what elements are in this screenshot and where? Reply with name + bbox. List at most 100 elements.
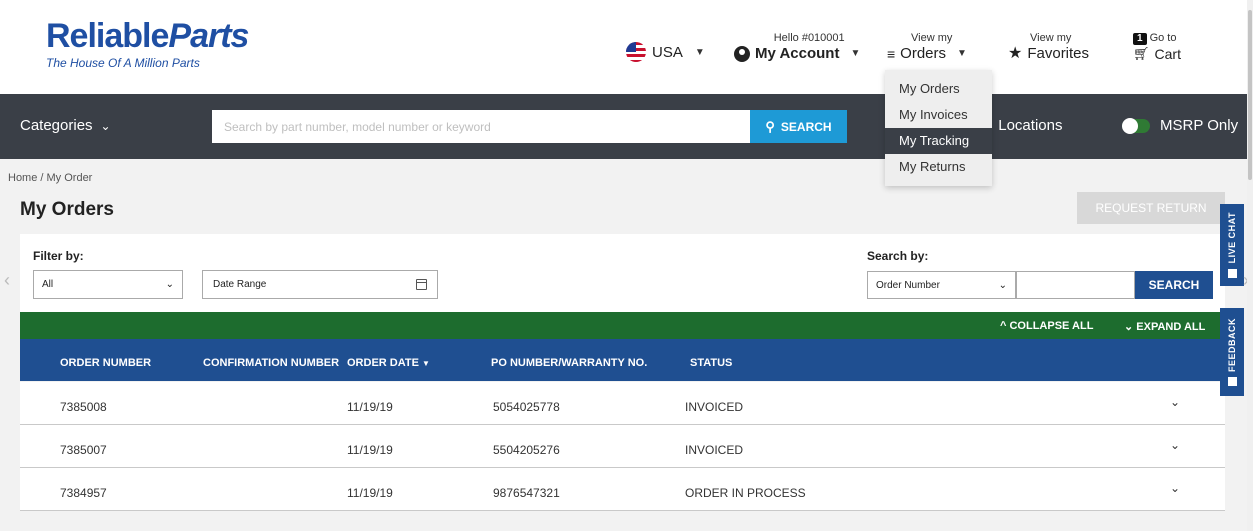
chevron-down-icon: ⌄ (165, 279, 174, 290)
date-range-placeholder: Date Range (213, 279, 267, 290)
feedback-tab[interactable]: FEEDBACK (1220, 308, 1244, 396)
live-chat-label: LIVE CHAT (1227, 212, 1237, 264)
chevron-down-icon: ▼ (694, 46, 705, 58)
calendar-icon (416, 279, 427, 290)
chevron-down-icon: ⌄ (100, 118, 111, 133)
star-icon: ★ (1008, 45, 1023, 62)
live-chat-tab[interactable]: LIVE CHAT (1220, 204, 1244, 286)
search-type-value: Order Number (876, 279, 940, 291)
status-cell: INVOICED (685, 443, 744, 457)
table-row[interactable]: 7384957 11/19/19 9876547321 ORDER IN PRO… (20, 468, 1225, 511)
search-by-label: Search by: (867, 249, 929, 263)
feedback-label: FEEDBACK (1227, 317, 1237, 372)
dropdown-item-my-orders[interactable]: My Orders (885, 76, 992, 102)
cart-icon: 🛒︎ (1133, 46, 1150, 61)
order-date-cell: 11/19/19 (347, 486, 393, 500)
status-cell: ORDER IN PROCESS (685, 486, 806, 500)
toggle-switch-icon[interactable] (1122, 117, 1150, 134)
list-icon: ≡ (887, 46, 896, 62)
chevron-down-icon: ▼ (850, 48, 861, 59)
dropdown-item-my-tracking[interactable]: My Tracking (885, 128, 992, 154)
chevron-down-icon: ⌄ (1124, 321, 1137, 333)
cart-label: Cart (1154, 46, 1181, 62)
favorites-top-label: View my (1030, 32, 1072, 44)
site-search-button-label: SEARCH (780, 119, 832, 134)
logo-wordmark: ReliableParts (46, 17, 249, 55)
order-date-cell: 11/19/19 (347, 400, 393, 414)
cart-count-badge: 1 (1133, 33, 1147, 45)
locations-link[interactable]: ● Locations (985, 117, 1062, 134)
order-search-button[interactable]: SEARCH (1135, 271, 1213, 299)
account-greeting: Hello #010001 (773, 32, 845, 44)
site-header: ReliableParts The House Of A Million Par… (0, 0, 1253, 94)
dropdown-item-my-returns[interactable]: My Returns (885, 154, 992, 180)
col-order-date[interactable]: ORDER DATE ▼ (347, 357, 430, 369)
po-number-cell: 9876547321 (493, 486, 560, 500)
search-type-select[interactable]: Order Number ⌄ (867, 271, 1016, 299)
chat-icon (1227, 268, 1237, 278)
scrollbar-thumb[interactable] (1248, 10, 1252, 180)
orders-table-header: ORDER NUMBER CONFIRMATION NUMBER ORDER D… (20, 339, 1225, 381)
date-range-field[interactable]: Date Range (202, 270, 438, 299)
order-date-cell: 11/19/19 (347, 443, 393, 457)
collapse-all-button[interactable]: ^ COLLAPSE ALL (1000, 320, 1093, 332)
msrp-label: MSRP Only (1160, 117, 1239, 134)
breadcrumb[interactable]: Home / My Order (8, 172, 92, 184)
account-label: My Account (755, 45, 840, 62)
status-filter-select[interactable]: All ⌄ (33, 270, 183, 299)
logo[interactable]: ReliableParts The House Of A Million Par… (46, 17, 249, 70)
categories-menu[interactable]: Categories ⌄ (20, 117, 111, 134)
order-search-input[interactable] (1016, 271, 1135, 299)
cart-link[interactable]: 1 Go to 🛒︎ Cart (1133, 32, 1181, 63)
orders-dropdown: My Orders My Invoices My Tracking My Ret… (885, 70, 992, 186)
chevron-down-icon: ⌄ (998, 279, 1007, 291)
account-menu[interactable]: Hello #010001 My Account ▼ (734, 32, 860, 63)
expand-row-chevron-icon[interactable]: ⌄ (1170, 481, 1180, 495)
po-number-cell: 5504205276 (493, 443, 560, 457)
table-row[interactable]: 7385008 11/19/19 5054025778 INVOICED ⌄ (20, 382, 1225, 425)
expand-all-label: EXPAND ALL (1136, 321, 1206, 333)
expand-row-chevron-icon[interactable]: ⌄ (1170, 438, 1180, 452)
request-return-button[interactable]: REQUEST RETURN (1077, 192, 1225, 224)
col-confirmation-number[interactable]: CONFIRMATION NUMBER (203, 357, 339, 369)
po-number-cell: 5054025778 (493, 400, 560, 414)
chevron-down-icon: ▼ (957, 48, 967, 59)
order-number-cell: 7385007 (60, 443, 107, 457)
cart-top-label: Go to (1149, 32, 1177, 44)
site-search-button[interactable]: ⚲ SEARCH (750, 110, 847, 143)
locations-label: Locations (998, 117, 1063, 134)
status-cell: INVOICED (685, 400, 744, 414)
chevron-left-icon[interactable]: ‹ (4, 270, 10, 291)
collapse-all-label: COLLAPSE ALL (1009, 320, 1094, 332)
page-title: My Orders (20, 199, 114, 220)
orders-menu[interactable]: View my ≡ Orders ▼ (887, 32, 967, 63)
site-search-input[interactable] (212, 110, 750, 143)
user-icon (734, 46, 750, 62)
categories-label: Categories (20, 117, 93, 134)
favorites-label: Favorites (1027, 45, 1090, 62)
filter-panel: Filter by: All ⌄ Date Range Search by: O… (20, 234, 1225, 312)
main-navbar: Categories ⌄ ⚲ SEARCH ● Locations MSRP O… (0, 94, 1253, 159)
col-order-number[interactable]: ORDER NUMBER (60, 357, 151, 369)
country-selector[interactable]: USA ▼ (626, 42, 705, 62)
expand-all-button[interactable]: ⌄ EXPAND ALL (1124, 320, 1205, 333)
col-order-date-label: ORDER DATE (347, 357, 419, 369)
country-label: USA (652, 43, 683, 61)
col-status[interactable]: STATUS (690, 357, 732, 369)
status-filter-value: All (42, 279, 54, 290)
search-icon: ⚲ (765, 118, 775, 134)
expand-row-chevron-icon[interactable]: ⌄ (1170, 395, 1180, 409)
expand-collapse-bar: ^ COLLAPSE ALL ⌄ EXPAND ALL (20, 312, 1225, 339)
filter-label: Filter by: (33, 249, 84, 263)
dropdown-item-my-invoices[interactable]: My Invoices (885, 102, 992, 128)
msrp-toggle[interactable]: MSRP Only (1122, 117, 1238, 134)
col-po-number[interactable]: PO NUMBER/WARRANTY NO. (491, 357, 647, 369)
favorites-link[interactable]: View my ★ Favorites (1008, 32, 1089, 63)
sort-desc-icon: ▼ (421, 359, 430, 368)
table-row[interactable]: 7385007 11/19/19 5504205276 INVOICED ⌄ (20, 425, 1225, 468)
order-number-cell: 7385008 (60, 400, 107, 414)
orders-top-label: View my (911, 32, 953, 44)
order-number-cell: 7384957 (60, 486, 107, 500)
logo-tagline: The House Of A Million Parts (46, 56, 200, 70)
feedback-icon (1227, 377, 1237, 386)
